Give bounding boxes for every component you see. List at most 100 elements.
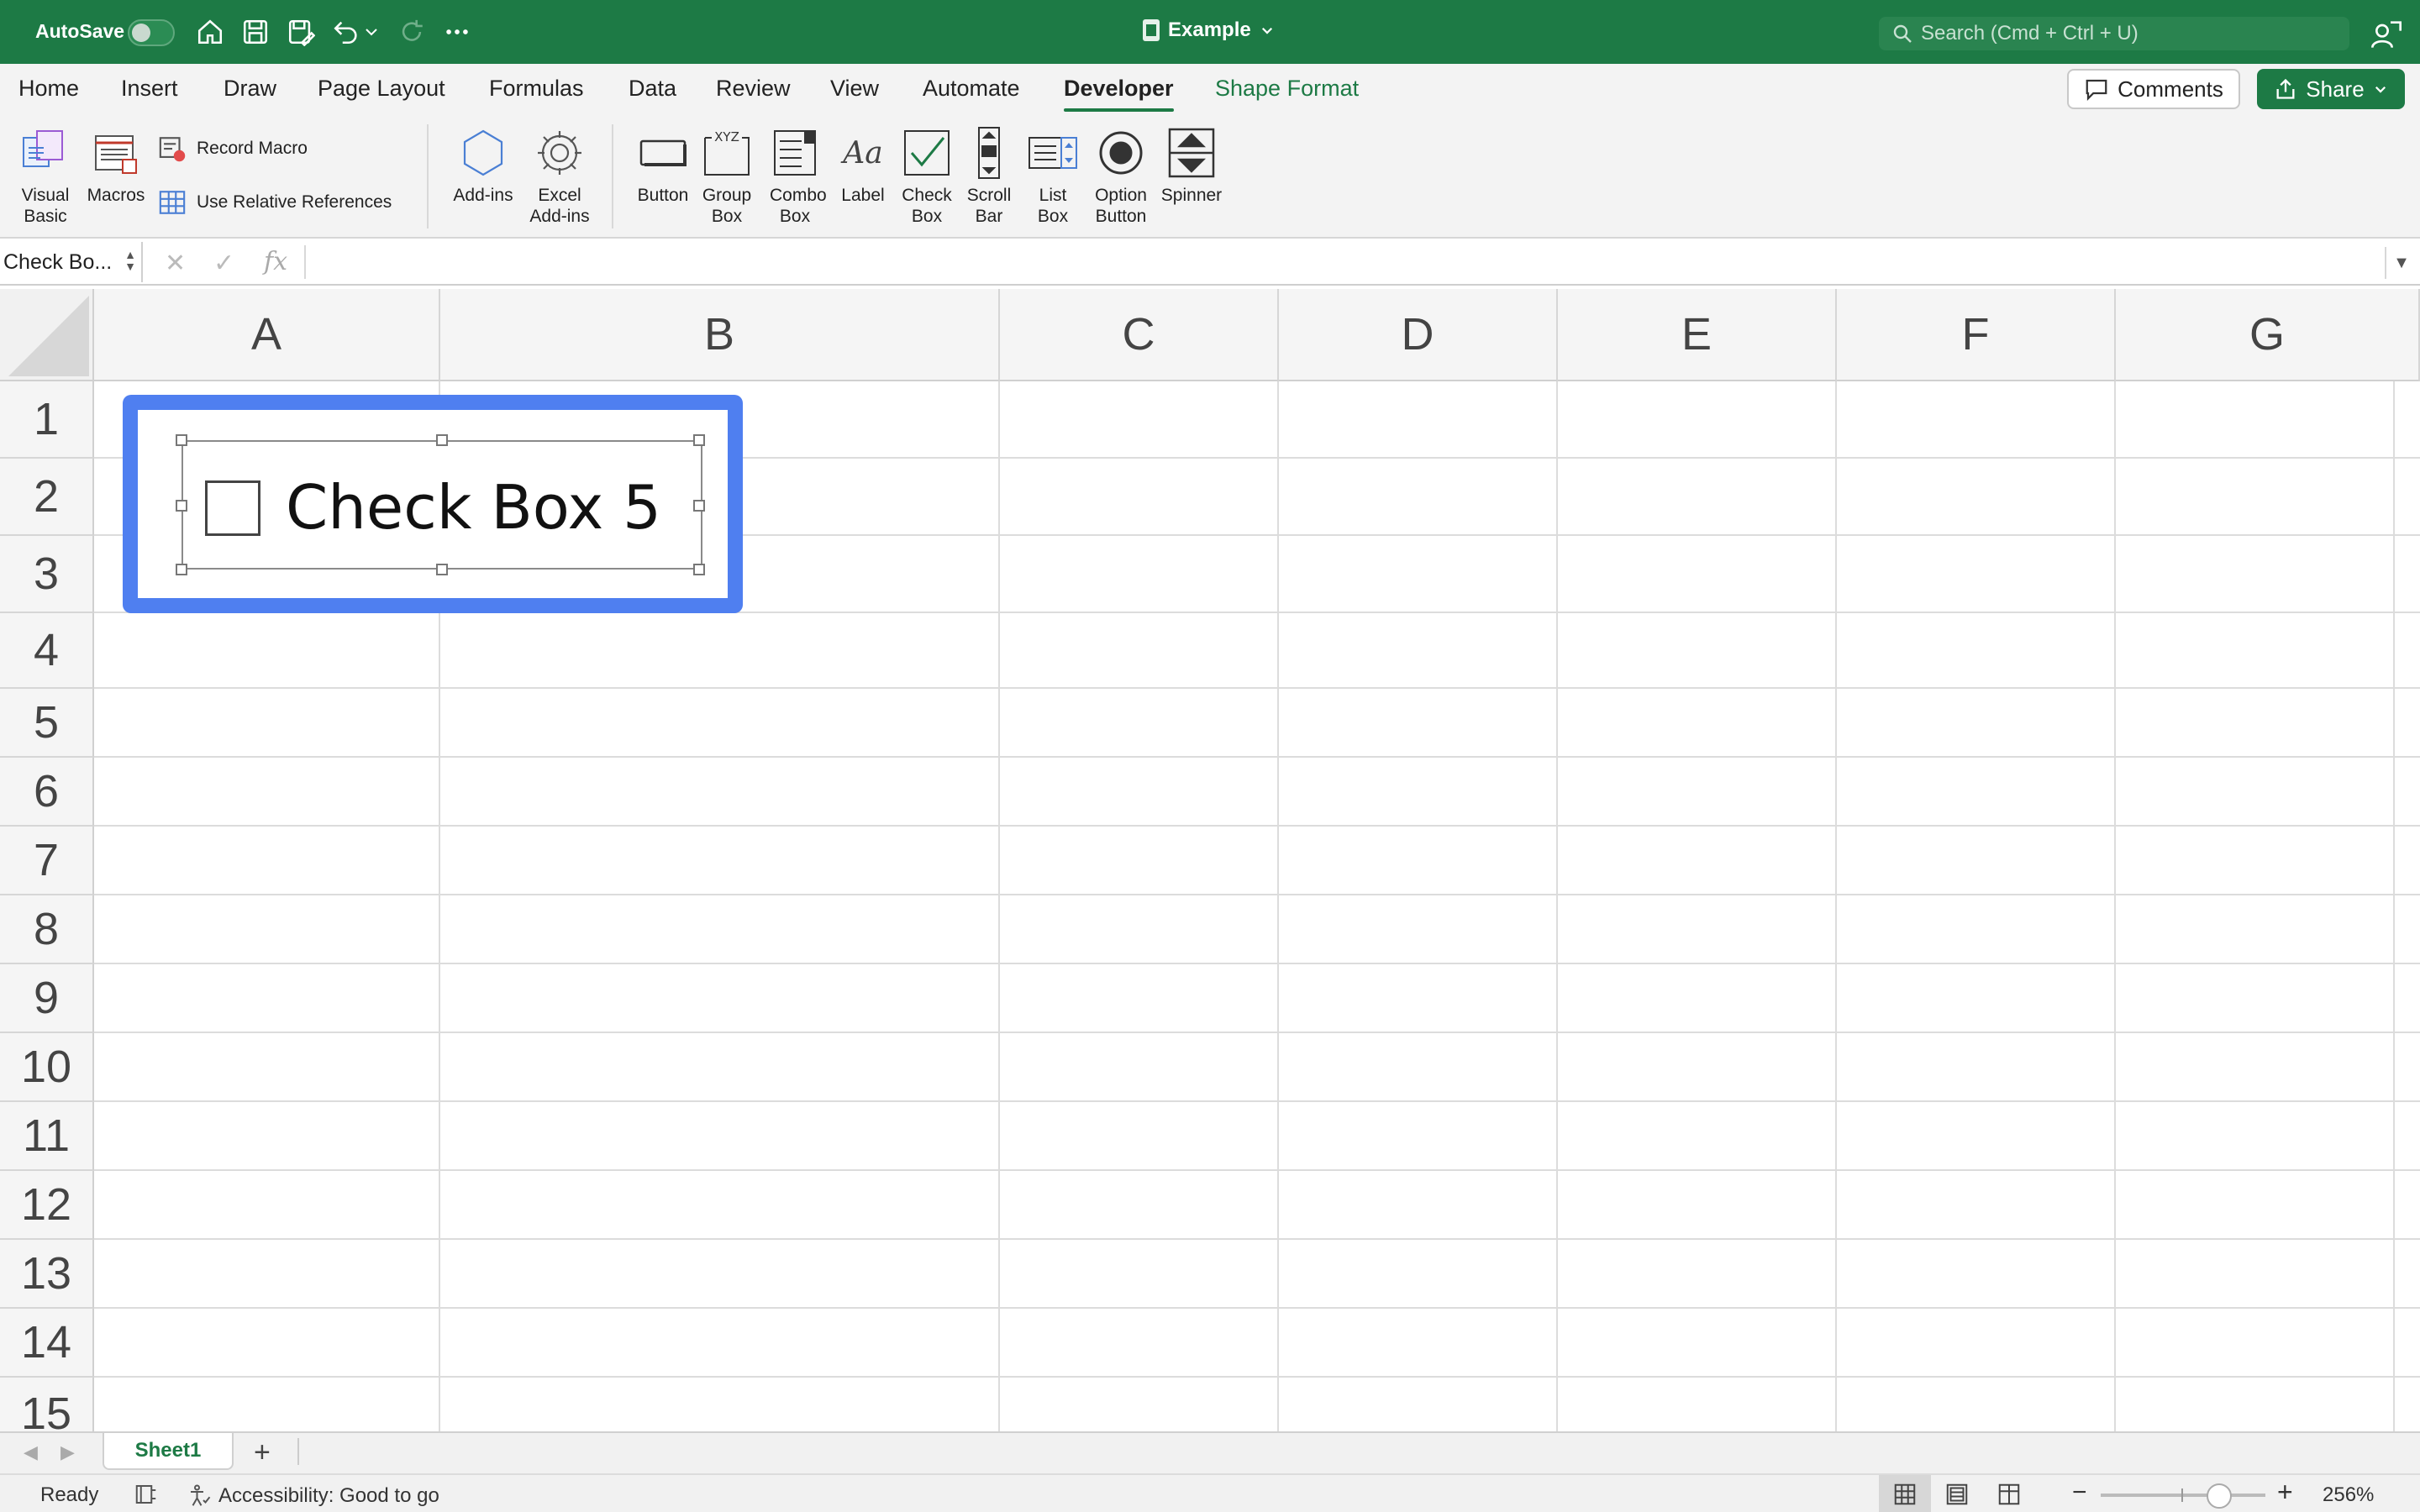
macro-recording-icon[interactable] [133, 1482, 160, 1507]
page-layout-icon [1946, 1483, 1968, 1505]
tab-review[interactable]: Review [716, 76, 791, 102]
comments-button[interactable]: Comments [2067, 69, 2240, 109]
check-box-square[interactable] [205, 480, 260, 536]
resize-handle[interactable] [176, 434, 187, 446]
resize-handle[interactable] [436, 434, 448, 446]
formula-input[interactable] [304, 245, 2380, 279]
excel-file-icon [1143, 19, 1160, 41]
add-sheet-button[interactable]: + [254, 1436, 271, 1469]
share-person-icon[interactable] [2370, 17, 2403, 50]
resize-handle[interactable] [693, 564, 705, 575]
undo-dropdown-icon[interactable] [361, 15, 381, 49]
row-header-8[interactable]: 8 [0, 895, 94, 964]
tab-draw[interactable]: Draw [224, 76, 276, 102]
autosave-toggle[interactable] [128, 19, 175, 46]
document-title[interactable]: Example [1143, 18, 1275, 42]
normal-view-button[interactable] [1879, 1475, 1931, 1512]
row-header-9[interactable]: 9 [0, 964, 94, 1033]
save-as-icon[interactable] [284, 15, 318, 49]
previous-sheet-icon[interactable]: ◀ [24, 1441, 38, 1463]
visual-basic-button[interactable]: Visual Basic [12, 126, 79, 227]
add-ins-button[interactable]: Add-ins [445, 126, 521, 206]
check-box-5-control[interactable]: Check Box 5 [176, 434, 705, 575]
row-header-6[interactable]: 6 [0, 758, 94, 827]
row-header-4[interactable]: 4 [0, 613, 94, 689]
page-break-view-button[interactable] [1983, 1475, 2035, 1512]
undo-icon[interactable] [329, 15, 363, 49]
zoom-level[interactable]: 256% [2323, 1483, 2374, 1507]
column-header-d[interactable]: D [1279, 289, 1558, 381]
list-box-control[interactable]: List Box [1025, 126, 1081, 227]
tab-data[interactable]: Data [629, 76, 676, 102]
row-header-2[interactable]: 2 [0, 459, 94, 536]
accessibility-status[interactable]: Accessibility: Good to go [187, 1483, 439, 1509]
page-layout-view-button[interactable] [1931, 1475, 1983, 1512]
combo-box-control[interactable]: Combo Box [761, 126, 829, 227]
label-control[interactable]: Aa Label [834, 126, 892, 206]
use-relative-references-button[interactable]: Use Relative References [158, 188, 392, 217]
zoom-in-button[interactable]: + [2277, 1477, 2293, 1508]
row-header-7[interactable]: 7 [0, 827, 94, 895]
row-header-15[interactable]: 15 [0, 1378, 94, 1431]
expand-formula-bar-icon[interactable]: ▼ [2385, 247, 2417, 279]
tab-page-layout[interactable]: Page Layout [318, 76, 445, 102]
zoom-slider-thumb[interactable] [2207, 1483, 2232, 1509]
button-control[interactable]: Button [630, 126, 696, 206]
cancel-icon[interactable]: ✕ [165, 249, 186, 278]
column-header-f[interactable]: F [1837, 289, 2116, 381]
button-control-icon [639, 139, 687, 166]
name-box[interactable]: Check Bo... ▲ ▼ [0, 242, 143, 282]
status-ready: Ready [40, 1483, 99, 1506]
redo-icon[interactable] [395, 15, 429, 49]
spinner-control[interactable]: Spinner [1158, 126, 1225, 206]
search-icon [1893, 24, 1912, 43]
more-options-icon[interactable] [440, 15, 474, 49]
excel-add-ins-button[interactable]: Excel Add-ins [524, 126, 595, 227]
zoom-slider-track[interactable] [2101, 1494, 2265, 1497]
gridline [1277, 381, 1279, 1431]
column-header-b[interactable]: B [440, 289, 1000, 381]
tab-formulas[interactable]: Formulas [489, 76, 584, 102]
column-header-g[interactable]: G [2116, 289, 2420, 381]
tab-home[interactable]: Home [18, 76, 79, 102]
tab-automate[interactable]: Automate [923, 76, 1020, 102]
row-header-11[interactable]: 11 [0, 1102, 94, 1171]
row-header-1[interactable]: 1 [0, 381, 94, 459]
home-icon[interactable] [193, 15, 227, 49]
confirm-icon[interactable]: ✓ [213, 249, 234, 278]
column-header-e[interactable]: E [1558, 289, 1837, 381]
zoom-out-button[interactable]: − [2072, 1478, 2087, 1507]
select-all-corner[interactable] [0, 289, 94, 381]
row-header-3[interactable]: 3 [0, 536, 94, 613]
resize-handle[interactable] [176, 564, 187, 575]
sheet-tab-sheet1[interactable]: Sheet1 [103, 1433, 234, 1470]
row-header-13[interactable]: 13 [0, 1240, 94, 1309]
resize-handle[interactable] [693, 434, 705, 446]
resize-handle[interactable] [176, 500, 187, 512]
row-header-12[interactable]: 12 [0, 1171, 94, 1240]
tab-insert[interactable]: Insert [121, 76, 178, 102]
column-header-a[interactable]: A [94, 289, 440, 381]
row-header-10[interactable]: 10 [0, 1033, 94, 1102]
column-header-c[interactable]: C [1000, 289, 1279, 381]
save-icon[interactable] [239, 15, 272, 49]
record-macro-button[interactable]: Record Macro [158, 134, 308, 163]
share-button[interactable]: Share [2257, 69, 2405, 109]
name-box-spinner-icon[interactable]: ▲ ▼ [124, 249, 136, 272]
row-header-14[interactable]: 14 [0, 1309, 94, 1378]
form-control-selection[interactable]: Check Box 5 [123, 395, 743, 613]
group-box-control[interactable]: XYZ Group Box [697, 126, 756, 227]
resize-handle[interactable] [693, 500, 705, 512]
scroll-bar-control[interactable]: Scroll Bar [961, 126, 1017, 227]
tab-view[interactable]: View [830, 76, 879, 102]
search-box[interactable]: Search (Cmd + Ctrl + U) [1879, 17, 2349, 50]
insert-function-icon[interactable]: fx [264, 247, 287, 276]
check-box-control[interactable]: Check Box [897, 126, 956, 227]
option-button-control[interactable]: Option Button [1086, 126, 1156, 227]
next-sheet-icon[interactable]: ▶ [60, 1441, 75, 1463]
resize-handle[interactable] [436, 564, 448, 575]
tab-developer[interactable]: Developer [1064, 76, 1174, 112]
row-header-5[interactable]: 5 [0, 689, 94, 758]
macros-button[interactable]: Macros [84, 126, 148, 206]
tab-shape-format[interactable]: Shape Format [1215, 76, 1359, 102]
